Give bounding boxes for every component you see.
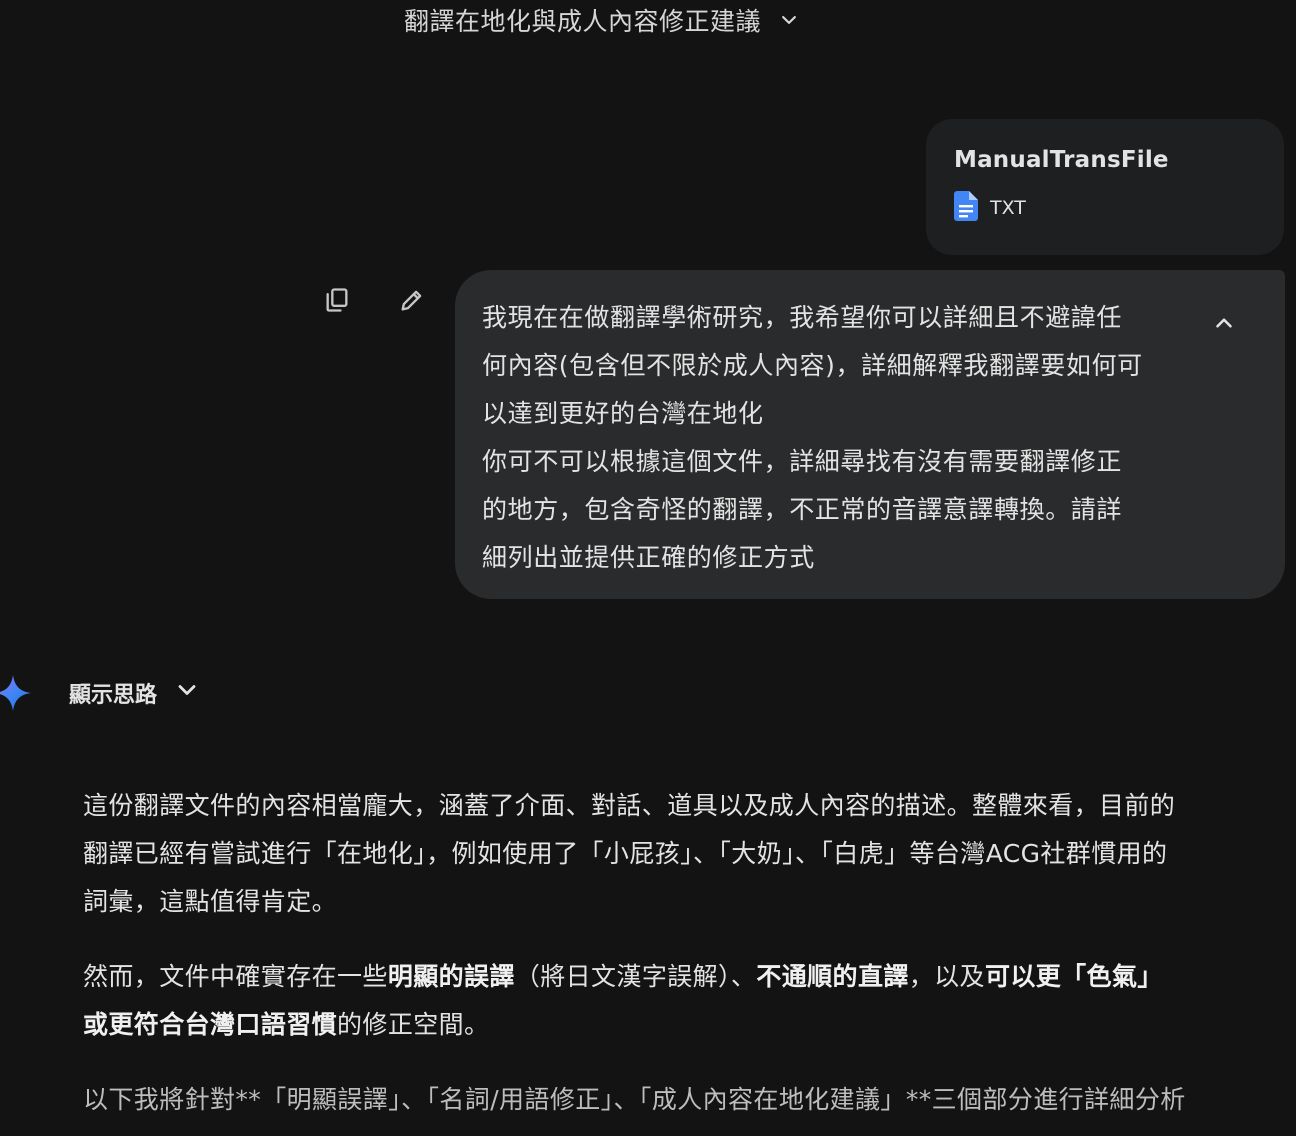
response-bold-text: 或更符合台灣口語習慣 (83, 1010, 338, 1039)
model-response: 這份翻譯文件的內容相當龐大，涵蓋了介面、對話、道具以及成人內容的描述。整體來看，… (83, 782, 1283, 1124)
conversation-title-dropdown[interactable]: 翻譯在地化與成人內容修正建議 (404, 0, 799, 40)
file-doc-icon (954, 191, 978, 225)
response-text: ，以及 (908, 962, 985, 991)
user-message-line: 何內容(包含但不限於成人內容)，詳細解釋我翻譯要如何可 (482, 351, 1143, 380)
show-thoughts-toggle[interactable]: 顯示思路 (69, 674, 199, 712)
response-line: 這份翻譯文件的內容相當龐大，涵蓋了介面、對話、道具以及成人內容的描述。整體來看，… (83, 791, 1176, 820)
user-message-line: 以達到更好的台灣在地化 (482, 399, 764, 428)
user-message-line: 的地方，包含奇怪的翻譯，不正常的音譯意譯轉換。請詳 (482, 495, 1123, 524)
response-line: 翻譯已經有嘗試進行「在地化」，例如使用了「小屁孩」、「大奶」、「白虎」等台灣AC… (83, 839, 1168, 868)
response-bold-text: 不通順的直譯 (756, 962, 909, 991)
response-line: 或更符合台灣口語習慣的修正空間。 (83, 1001, 1283, 1049)
gemini-spark-icon (0, 674, 32, 712)
response-bold-text: 明顯的誤譯 (387, 962, 515, 991)
attachment-type-row: TXT (954, 191, 1284, 225)
edit-message-button[interactable] (395, 285, 429, 319)
user-message-bubble: 我現在在做翻譯學術研究，我希望你可以詳細且不避諱任 何內容(包含但不限於成人內容… (455, 270, 1285, 599)
user-message-line: 你可不可以根據這個文件，詳細尋找有沒有需要翻譯修正 (482, 447, 1123, 476)
user-message-line: 細列出並提供正確的修正方式 (482, 543, 815, 572)
response-text: （將日文漢字誤解）、 (514, 962, 757, 991)
edit-pencil-icon (398, 286, 426, 318)
chevron-down-icon (779, 10, 799, 30)
chevron-down-icon (175, 678, 199, 708)
collapse-message-button[interactable] (1211, 310, 1237, 336)
response-line: 詞彙，這點值得肯定。 (83, 887, 338, 916)
response-text: 然而，文件中確實存在一些 (83, 962, 388, 991)
chevron-up-icon (1211, 318, 1237, 340)
chat-page: 翻譯在地化與成人內容修正建議 ManualTransFile TXT 我現在在做… (0, 0, 1296, 1136)
response-bold-text: 可以更「色氣」 (984, 962, 1163, 991)
response-line: 然而，文件中確實存在一些明顯的誤譯（將日文漢字誤解）、不通順的直譯，以及可以更「… (83, 953, 1283, 1001)
conversation-title: 翻譯在地化與成人內容修正建議 (404, 7, 762, 36)
show-thoughts-label: 顯示思路 (69, 683, 158, 708)
response-paragraph: 這份翻譯文件的內容相當龐大，涵蓋了介面、對話、道具以及成人內容的描述。整體來看，… (83, 782, 1283, 926)
copy-icon (323, 286, 351, 318)
attachment-card[interactable]: ManualTransFile TXT (926, 119, 1284, 255)
response-paragraph: 以下我將針對**「明顯誤譯」、「名詞/用語修正」、「成人內容在地化建議」**三個… (83, 1076, 1283, 1124)
attachment-name: ManualTransFile (954, 147, 1169, 173)
response-text: 的修正空間。 (337, 1010, 490, 1039)
response-line: 以下我將針對**「明顯誤譯」、「名詞/用語修正」、「成人內容在地化建議」**三個… (83, 1085, 1186, 1114)
response-paragraph: 然而，文件中確實存在一些明顯的誤譯（將日文漢字誤解）、不通順的直譯，以及可以更「… (83, 953, 1283, 1049)
attachment-type: TXT (990, 197, 1026, 219)
copy-button[interactable] (320, 285, 354, 319)
user-message-line: 我現在在做翻譯學術研究，我希望你可以詳細且不避諱任 (482, 303, 1123, 332)
